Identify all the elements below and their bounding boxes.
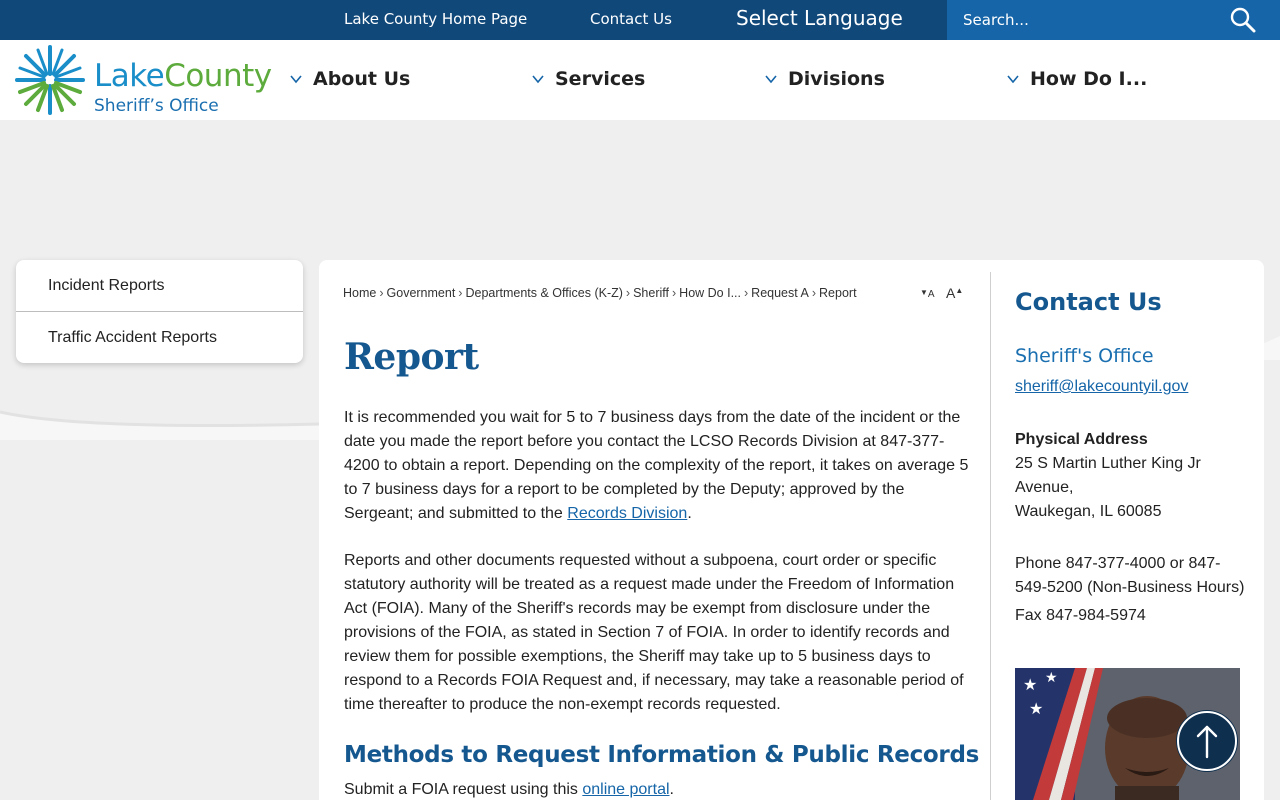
page-title: Report xyxy=(344,336,479,378)
font-increase-button[interactable]: A▲ xyxy=(946,285,963,301)
chevron-down-icon xyxy=(532,75,544,84)
arrow-up-icon xyxy=(1196,725,1218,759)
nav-how-do-i[interactable]: How Do I... xyxy=(1006,64,1147,94)
svg-text:★: ★ xyxy=(1045,669,1058,685)
magnifier-icon[interactable] xyxy=(1228,6,1258,34)
logo-name-county: County xyxy=(164,58,272,94)
font-decrease-label: A xyxy=(927,289,935,300)
paragraph-end: . xyxy=(669,781,674,798)
address-label: Physical Address xyxy=(1015,431,1148,448)
breadcrumb-separator: › xyxy=(744,286,749,300)
nav-services[interactable]: Services xyxy=(531,64,645,94)
office-name: Sheriff's Office xyxy=(1015,345,1154,367)
breadcrumb-separator: › xyxy=(811,286,817,300)
nav-label: About Us xyxy=(313,68,411,90)
fax-number: Fax 847-984-5974 xyxy=(1015,607,1146,624)
breadcrumb-government[interactable]: Government xyxy=(387,286,456,300)
starburst-logo-icon xyxy=(15,45,85,115)
breadcrumb-departments[interactable]: Departments & Offices (K-Z) xyxy=(465,286,622,300)
breadcrumb-current: Report xyxy=(819,286,857,300)
triangle-down-icon: ▼ xyxy=(920,288,928,297)
contact-us-link[interactable]: Contact Us xyxy=(590,10,672,28)
online-portal-link[interactable]: online portal xyxy=(582,781,669,798)
triangle-up-icon: ▲ xyxy=(955,286,964,295)
svg-text:★: ★ xyxy=(1023,677,1037,694)
site-logo[interactable]: LakeCounty Sheriff’s Office xyxy=(14,44,276,118)
chevron-down-icon xyxy=(290,75,302,84)
breadcrumb-separator: › xyxy=(379,286,384,300)
paragraph-foia: Reports and other documents requested wi… xyxy=(344,552,964,713)
breadcrumb-home[interactable]: Home xyxy=(343,286,376,300)
nav-label: Divisions xyxy=(788,68,885,90)
breadcrumb-separator: › xyxy=(672,286,677,300)
svg-text:★: ★ xyxy=(1029,701,1043,718)
background-wave-right xyxy=(1262,336,1280,360)
email-link[interactable]: sheriff@lakecountyil.gov xyxy=(1015,378,1188,396)
address-line-2: Waukegan, IL 60085 xyxy=(1015,503,1162,520)
select-language-dropdown[interactable]: Select Language xyxy=(736,6,902,30)
column-divider xyxy=(990,272,991,800)
address-line-1: 25 S Martin Luther King Jr Avenue, xyxy=(1015,455,1201,496)
main-header: LakeCounty Sheriff’s Office About Us Ser… xyxy=(0,40,1280,120)
breadcrumb-request-a[interactable]: Request A xyxy=(751,286,809,300)
logo-subtitle: Sheriff’s Office xyxy=(94,96,219,116)
records-division-link[interactable]: Records Division xyxy=(567,505,687,522)
font-increase-label: A xyxy=(946,285,956,301)
nav-divisions[interactable]: Divisions xyxy=(764,64,885,94)
background-wave xyxy=(0,410,320,440)
sidenav-item-traffic-accident-reports[interactable]: Traffic Accident Reports xyxy=(16,312,303,363)
chevron-down-icon xyxy=(1007,75,1019,84)
breadcrumb: Home › Government › Departments & Offices (K… xyxy=(343,286,857,300)
search-input[interactable] xyxy=(947,0,1227,40)
phone-numbers: Phone 847-377-4000 or 847-549-5200 (Non-… xyxy=(1015,555,1245,596)
paragraph-text: Submit a FOIA request using this xyxy=(344,781,583,798)
sidenav-item-incident-reports[interactable]: Incident Reports xyxy=(16,260,303,311)
nav-label: How Do I... xyxy=(1030,68,1148,90)
lake-county-home-link[interactable]: Lake County Home Page xyxy=(344,10,527,28)
paragraph-online-portal: Submit a FOIA request using this online … xyxy=(344,778,969,800)
section-heading-methods: Methods to Request Information & Public … xyxy=(344,742,979,768)
breadcrumb-sheriff[interactable]: Sheriff xyxy=(633,286,669,300)
logo-wordmark: LakeCounty xyxy=(94,58,272,94)
breadcrumb-separator: › xyxy=(458,286,463,300)
paragraph-end: . xyxy=(687,505,692,522)
nav-about-us[interactable]: About Us xyxy=(289,64,410,94)
back-to-top-button[interactable] xyxy=(1177,711,1237,771)
breadcrumb-how-do-i[interactable]: How Do I... xyxy=(679,286,741,300)
top-utility-bar: Lake County Home Page Contact Us Select … xyxy=(0,0,1280,40)
logo-name-lake: Lake xyxy=(94,58,165,94)
paragraph-report-timing: It is recommended you wait for 5 to 7 bu… xyxy=(344,406,969,526)
font-decrease-button[interactable]: ▼A xyxy=(920,285,935,300)
side-navigation: Incident Reports Traffic Accident Report… xyxy=(16,260,303,363)
breadcrumb-separator: › xyxy=(625,286,631,300)
contact-heading: Contact Us xyxy=(1015,288,1162,316)
chevron-down-icon xyxy=(765,75,777,84)
nav-label: Services xyxy=(555,68,646,90)
